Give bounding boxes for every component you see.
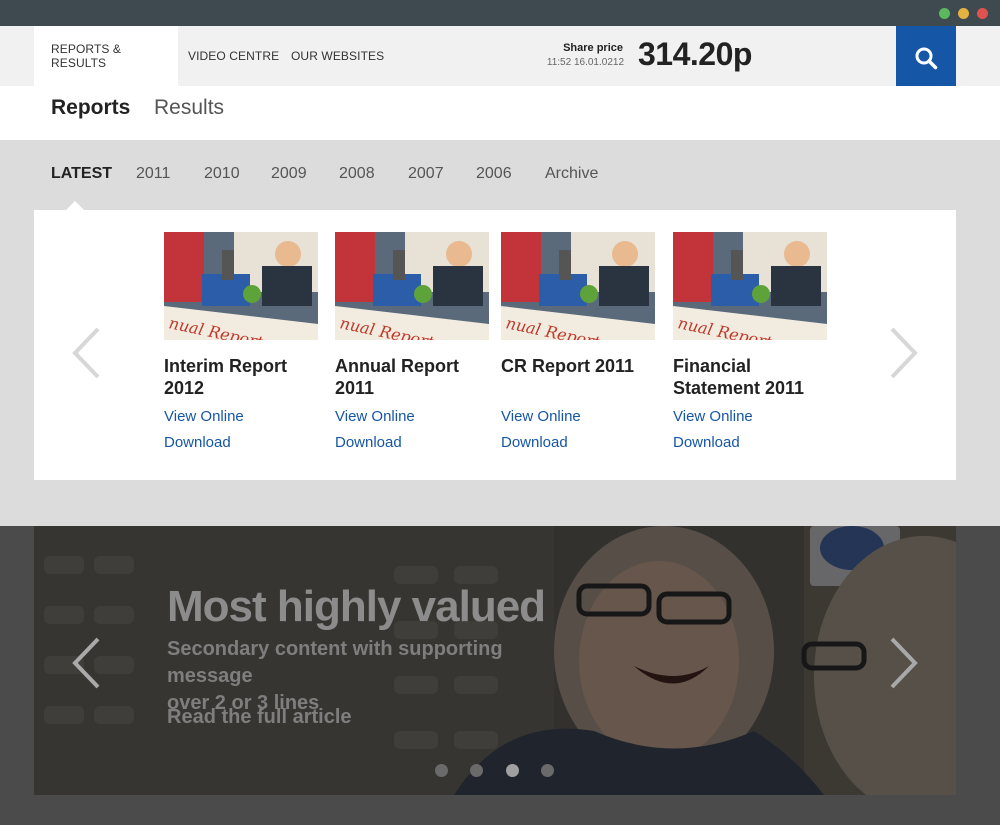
search-icon (915, 47, 938, 70)
window-close-dot[interactable] (977, 8, 988, 19)
download-link[interactable]: Download (673, 434, 740, 451)
report-title: Financial (673, 356, 752, 376)
hero-chevron-left-icon[interactable] (70, 636, 102, 690)
year-tab-2009[interactable]: 2009 (271, 165, 307, 183)
report-card: nual Report Financial Statement 2011 View… (673, 232, 833, 451)
section-subnav: Reports Results (0, 86, 1000, 140)
slide-dot-active[interactable] (506, 764, 519, 777)
chevron-left-icon[interactable] (70, 326, 102, 380)
report-cover-image[interactable]: nual Report (501, 232, 655, 340)
view-online-link[interactable]: View Online (335, 408, 415, 425)
share-price-value: 314.20p (638, 36, 752, 72)
hero-chevron-right-icon[interactable] (888, 636, 920, 690)
view-online-link[interactable]: View Online (164, 408, 244, 425)
tab-our-websites[interactable]: OUR WEBSITES (291, 26, 384, 86)
window-maximize-dot[interactable] (939, 8, 950, 19)
download-link[interactable]: Download (501, 434, 568, 451)
reports-carousel: nual Report Interim Report 2012 View Onli… (34, 210, 956, 480)
report-cover-image[interactable]: nual Report (673, 232, 827, 340)
year-tab-2011[interactable]: 2011 (136, 165, 170, 183)
chevron-right-icon[interactable] (888, 326, 920, 380)
report-title-line2: Statement 2011 (673, 378, 805, 398)
view-online-link[interactable]: View Online (501, 408, 581, 425)
hero-title: Most highly valued (167, 582, 546, 631)
search-button[interactable] (896, 26, 956, 90)
report-title: Annual Report (335, 356, 459, 376)
window-minimize-dot[interactable] (958, 8, 969, 19)
report-card: nual Report Annual Report 2011 View Onlin… (335, 232, 495, 451)
tab-reports-results[interactable]: REPORTS & RESULTS (34, 26, 178, 86)
year-tab-2007[interactable]: 2007 (408, 165, 444, 183)
slide-dot[interactable] (435, 764, 448, 777)
year-tab-archive[interactable]: Archive (545, 165, 598, 183)
subtab-reports[interactable]: Reports (51, 96, 130, 120)
report-card: nual Report CR Report 2011 View Online D… (501, 232, 661, 451)
year-tab-latest[interactable]: LATEST (51, 165, 112, 183)
share-price-label: Share price (563, 42, 623, 54)
year-tab-2010[interactable]: 2010 (204, 165, 240, 183)
slide-dot[interactable] (541, 764, 554, 777)
tab-label: VIDEO CENTRE (188, 49, 280, 63)
browser-chrome (0, 0, 1000, 26)
hero-subtitle-line1: Secondary content with supporting messag… (167, 638, 503, 687)
download-link[interactable]: Download (164, 434, 231, 451)
reports-area: LATEST 2011 2010 2009 2008 2007 2006 Arc… (0, 140, 1000, 526)
slide-dot[interactable] (470, 764, 483, 777)
hero-subtitle: Secondary content with supporting messag… (167, 636, 587, 717)
year-tab-2006[interactable]: 2006 (476, 165, 512, 183)
active-tab-pointer (66, 201, 84, 210)
year-tab-2008[interactable]: 2008 (339, 165, 375, 183)
tab-label: OUR WEBSITES (291, 49, 385, 63)
read-article-link[interactable]: Read the full article (167, 706, 352, 729)
report-title-line2: 2012 (164, 378, 205, 398)
hero-slider: Most highly valued Secondary content wit… (34, 526, 956, 795)
report-title: Interim Report (164, 356, 288, 376)
report-title-line2: 2011 (335, 378, 375, 398)
tab-label: REPORTS & RESULTS (51, 42, 122, 70)
tab-video-centre[interactable]: VIDEO CENTRE (188, 26, 279, 86)
report-cover-image[interactable]: nual Report (164, 232, 318, 340)
report-title: CR Report 2011 (501, 356, 635, 376)
top-nav-bar: REPORTS & RESULTS VIDEO CENTRE OUR WEBSI… (0, 26, 1000, 86)
report-cover-image[interactable]: nual Report (335, 232, 489, 340)
view-online-link[interactable]: View Online (673, 408, 753, 425)
report-card: nual Report Interim Report 2012 View Onli… (164, 232, 324, 451)
share-price-timestamp: 11:52 16.01.0212 (546, 57, 624, 68)
download-link[interactable]: Download (335, 434, 402, 451)
subtab-results[interactable]: Results (154, 96, 224, 120)
